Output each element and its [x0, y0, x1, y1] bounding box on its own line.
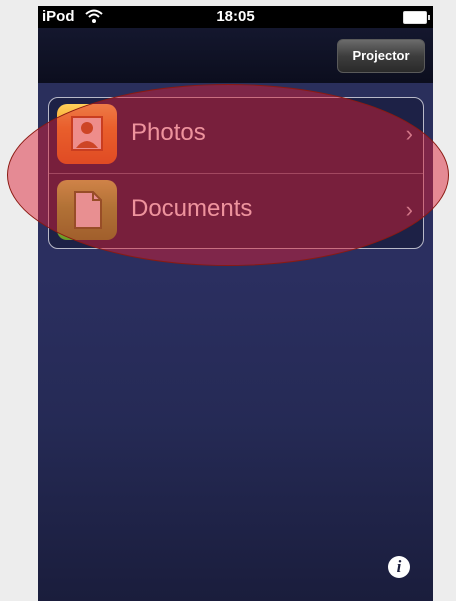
photos-icon: [57, 104, 117, 164]
list-item-label: Documents: [131, 195, 253, 222]
device-screen: iPod 18:05 Projector Photos › Documents …: [38, 6, 433, 601]
list-item-photos[interactable]: Photos ›: [49, 98, 423, 174]
navigation-bar: Projector: [38, 28, 433, 83]
battery-icon: [403, 11, 430, 24]
list-item-label: Photos: [131, 119, 206, 146]
status-time: 18:05: [216, 8, 255, 25]
info-icon[interactable]: i: [388, 556, 410, 578]
chevron-right-icon: ›: [405, 197, 413, 222]
list-item-documents[interactable]: Documents ›: [49, 174, 423, 248]
chevron-right-icon: ›: [405, 121, 413, 146]
documents-icon: [57, 180, 117, 240]
menu-list: Photos › Documents ›: [48, 97, 424, 249]
status-bar: iPod 18:05: [38, 6, 433, 28]
projector-button[interactable]: Projector: [337, 39, 425, 73]
